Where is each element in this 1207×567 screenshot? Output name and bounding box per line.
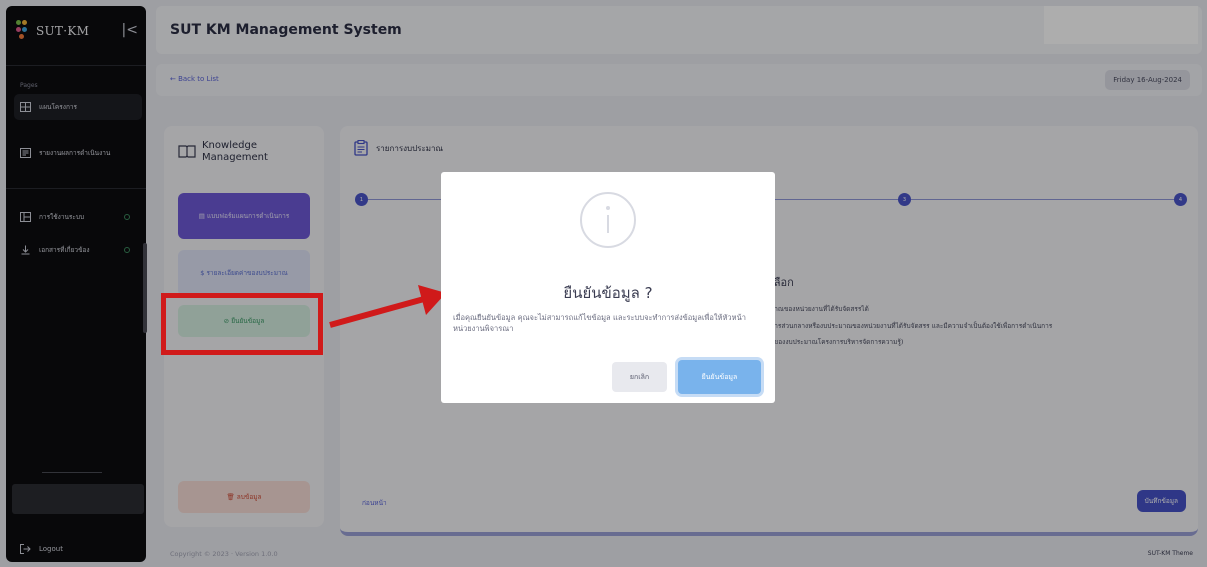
info-icon	[580, 192, 636, 248]
cancel-button[interactable]: ยกเลิก	[612, 362, 667, 392]
confirm-button[interactable]: ยืนยันข้อมูล	[678, 360, 761, 394]
confirm-dialog: ยืนยันข้อมูล ? เมื่อคุณยืนยันข้อมูล คุณจ…	[441, 172, 775, 403]
dialog-message: เมื่อคุณยืนยันข้อมูล คุณจะไม่สามารถแก้ไข…	[453, 313, 746, 333]
dialog-title: ยืนยันข้อมูล ?	[563, 284, 653, 302]
arrow-icon	[329, 285, 446, 328]
highlight-box	[161, 293, 323, 355]
